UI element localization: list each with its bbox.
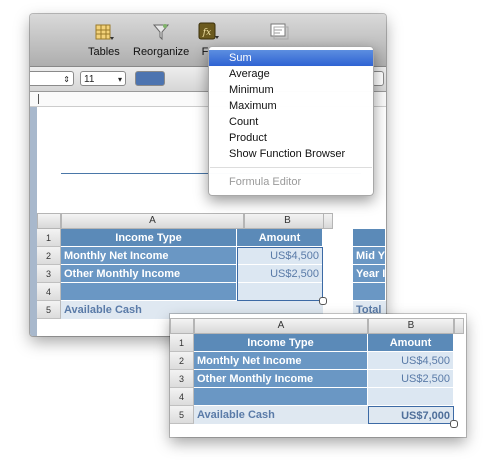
zoom-row-number-5[interactable]: 5 [170,406,194,424]
dropdown-arrow-icon: ▾ [117,75,122,84]
zoom-footer-available-cash[interactable]: Available Cash [194,406,368,424]
zoom-column-header-a[interactable]: A [194,318,368,334]
zoom-resize-handle[interactable] [450,420,458,428]
table-icon [94,22,114,42]
row-number-5[interactable]: 5 [37,301,61,319]
ruler-marker [38,94,39,104]
menu-item-sum[interactable]: Sum [209,50,373,66]
function-icon: fx [198,22,219,42]
row-number-1[interactable]: 1 [37,229,61,247]
row-number-4[interactable]: 4 [37,283,61,301]
zoom-row-number-1[interactable]: 1 [170,334,194,352]
zoom-row-number-3[interactable]: 3 [170,370,194,388]
funnel-icon [151,22,171,42]
zoomed-table-view: A B 1 2 3 4 5 Income Type Amount Monthly… [170,314,466,437]
menu-item-formula-editor: Formula Editor [229,176,302,188]
column-handle[interactable] [323,213,333,229]
zoom-cell-a2[interactable]: Monthly Net Income [194,352,368,370]
resize-handle[interactable] [319,297,327,305]
function-menu: Sum Average Minimum Maximum Count Produc… [208,46,374,196]
side-label-mid-year[interactable]: Mid Y [353,247,386,265]
row-number-2[interactable]: 2 [37,247,61,265]
column-header-a[interactable]: A [61,213,244,229]
comment-icon [268,22,289,42]
zoom-cell-b3[interactable]: US$2,500 [368,370,454,388]
cell-a3[interactable]: Other Monthly Income [61,265,237,283]
side-label-year[interactable]: Year I [353,265,386,283]
header-cell-income-type[interactable]: Income Type [61,229,237,247]
menu-item-minimum[interactable]: Minimum [209,82,373,98]
menu-item-maximum[interactable]: Maximum [209,98,373,114]
menu-item-average[interactable]: Average [209,66,373,82]
reorganize-button[interactable]: Reorganize [133,22,189,58]
table-corner[interactable] [37,213,61,229]
zoom-cell-b2[interactable]: US$4,500 [368,352,454,370]
tables-label: Tables [88,46,120,58]
header-cell-amount[interactable]: Amount [237,229,323,247]
comment-button[interactable] [268,22,289,46]
zoom-cell-a4[interactable] [194,388,368,406]
menu-separator [210,167,372,168]
zoom-column-header-b[interactable]: B [368,318,454,334]
zoom-footer-total-value[interactable]: US$7,000 [368,406,454,424]
cell-a4[interactable] [61,283,237,301]
side-blank-row[interactable] [353,283,386,301]
font-size-value: 11 [84,74,95,85]
stepper-icon: ⇕ [63,75,70,84]
menu-item-show-function-browser[interactable]: Show Function Browser [209,146,373,162]
zoom-header-income-type[interactable]: Income Type [194,334,368,352]
zoom-cell-b4[interactable] [368,388,454,406]
zoom-row-number-2[interactable]: 2 [170,352,194,370]
row-number-3[interactable]: 3 [37,265,61,283]
zoom-cell-a3[interactable]: Other Monthly Income [194,370,368,388]
reorganize-label: Reorganize [133,46,190,58]
left-strip [30,107,37,336]
svg-text:fx: fx [202,28,211,38]
side-table-header[interactable] [353,229,386,247]
tables-button[interactable]: Tables [88,22,120,58]
column-header-b[interactable]: B [244,213,331,229]
cell-selection [237,247,323,301]
zoom-header-amount[interactable]: Amount [368,334,454,352]
zoom-column-handle[interactable] [454,318,464,334]
font-family-select[interactable]: ⇕ [30,71,74,86]
zoom-row-number-4[interactable]: 4 [170,388,194,406]
text-color-well[interactable] [135,71,165,86]
font-size-select[interactable]: 11 ▾ [80,71,126,86]
zoom-table-corner[interactable] [170,318,194,334]
menu-item-count[interactable]: Count [209,114,373,130]
menu-item-product[interactable]: Product [209,130,373,146]
cell-a2[interactable]: Monthly Net Income [61,247,237,265]
